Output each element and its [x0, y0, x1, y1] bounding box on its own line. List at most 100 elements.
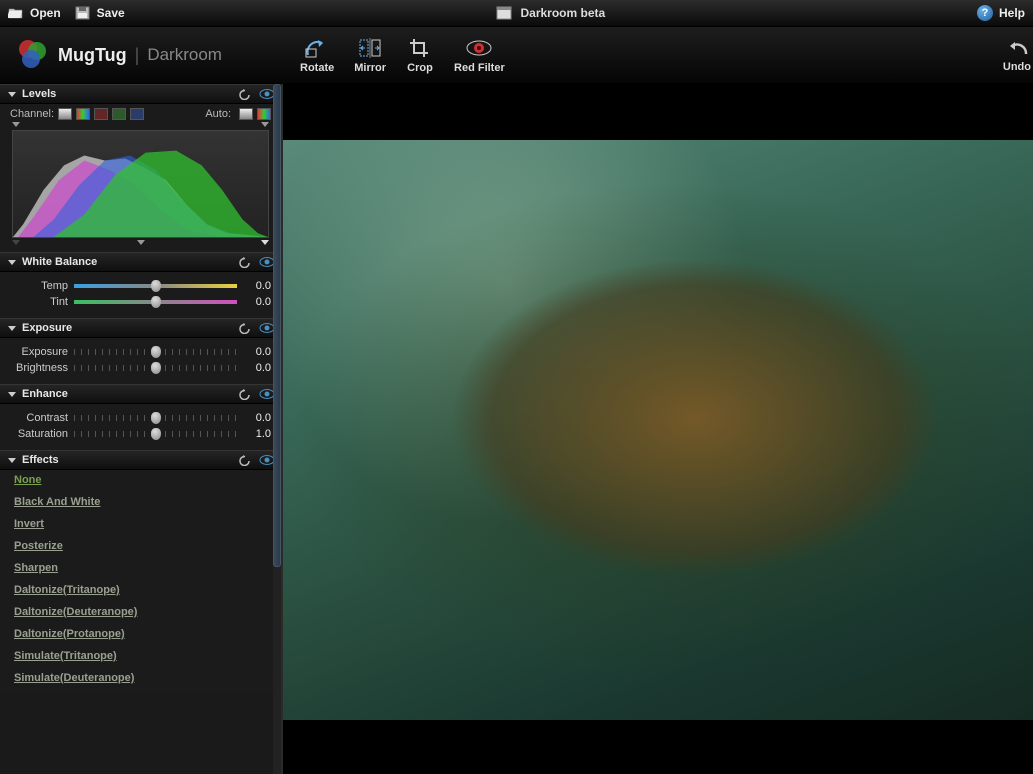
eye-red-icon	[465, 36, 493, 60]
panel-header-effects[interactable]: Effects	[0, 450, 281, 470]
brand-product: Darkroom	[147, 45, 222, 65]
panel-title: Enhance	[22, 388, 68, 400]
reset-icon[interactable]	[237, 321, 253, 335]
auto-luma-swatch[interactable]	[239, 108, 253, 120]
collapse-icon	[8, 326, 16, 331]
canvas-area[interactable]	[283, 84, 1033, 774]
effect-link[interactable]: Sharpen	[14, 562, 58, 574]
open-label: Open	[30, 6, 61, 20]
reset-icon[interactable]	[237, 387, 253, 401]
auto-rgb-swatch[interactable]	[257, 108, 271, 120]
undo-tool[interactable]: Undo	[1003, 37, 1033, 73]
sidebar: Levels Channel: Auto:	[0, 84, 283, 774]
photo-preview	[283, 140, 1033, 720]
levels-panel-body: Channel: Auto:	[0, 104, 281, 252]
reset-icon[interactable]	[237, 255, 253, 269]
panel-header-exposure[interactable]: Exposure	[0, 318, 281, 338]
crop-tool[interactable]: Crop	[406, 36, 434, 74]
channel-label: Channel:	[10, 108, 54, 120]
output-white-marker[interactable]	[261, 240, 269, 245]
brand-divider: |	[135, 45, 140, 66]
scrollbar-thumb[interactable]	[273, 84, 281, 567]
effect-link[interactable]: Posterize	[14, 540, 63, 552]
floppy-disk-icon	[75, 6, 91, 20]
effect-link[interactable]: Simulate(Deuteranope)	[14, 672, 134, 684]
collapse-icon	[8, 392, 16, 397]
collapse-icon	[8, 92, 16, 97]
effect-link[interactable]: Invert	[14, 518, 44, 530]
input-black-marker[interactable]	[12, 122, 20, 127]
channel-luma-swatch[interactable]	[58, 108, 72, 120]
channel-blue-swatch[interactable]	[130, 108, 144, 120]
input-white-marker[interactable]	[261, 122, 269, 127]
output-mid-marker[interactable]	[137, 240, 145, 245]
brightness-slider[interactable]	[74, 363, 237, 373]
effect-link[interactable]: Daltonize(Protanope)	[14, 628, 125, 640]
help-label[interactable]: Help	[999, 6, 1025, 20]
tint-value: 0.0	[243, 296, 271, 308]
rotate-icon	[303, 36, 331, 60]
temp-value: 0.0	[243, 280, 271, 292]
panel-title: Effects	[22, 454, 59, 466]
exposure-label: Exposure	[10, 346, 68, 358]
reset-icon[interactable]	[237, 87, 253, 101]
reset-icon[interactable]	[237, 453, 253, 467]
enhance-panel-body: Contrast 0.0 Saturation 1.0	[0, 404, 281, 450]
effect-link[interactable]: None	[14, 474, 42, 486]
histogram	[12, 130, 269, 238]
temp-label: Temp	[10, 280, 68, 292]
saturation-slider[interactable]	[74, 429, 237, 439]
exposure-panel-body: Exposure 0.0 Brightness 0.0	[0, 338, 281, 384]
brand-logo-icon	[14, 37, 50, 73]
exposure-slider[interactable]	[74, 347, 237, 357]
collapse-icon	[8, 458, 16, 463]
brightness-label: Brightness	[10, 362, 68, 374]
window-icon	[496, 6, 512, 20]
white-balance-panel-body: Temp 0.0 Tint 0.0	[0, 272, 281, 318]
collapse-icon	[8, 260, 16, 265]
save-button[interactable]: Save	[75, 6, 125, 20]
mirror-tool[interactable]: Mirror	[354, 36, 386, 74]
brightness-value: 0.0	[243, 362, 271, 374]
exposure-value: 0.0	[243, 346, 271, 358]
save-label: Save	[97, 6, 125, 20]
effect-link[interactable]: Simulate(Tritanope)	[14, 650, 117, 662]
red-filter-tool[interactable]: Red Filter	[454, 36, 505, 74]
auto-label: Auto:	[205, 108, 231, 120]
undo-icon	[1003, 37, 1031, 61]
crop-icon	[406, 36, 434, 60]
saturation-value: 1.0	[243, 428, 271, 440]
output-black-marker[interactable]	[12, 240, 20, 245]
folder-open-icon	[8, 6, 24, 20]
channel-green-swatch[interactable]	[112, 108, 126, 120]
sidebar-scrollbar[interactable]	[273, 84, 281, 774]
rotate-tool[interactable]: Rotate	[300, 36, 334, 74]
effect-link[interactable]: Daltonize(Tritanope)	[14, 584, 120, 596]
brand: MugTug | Darkroom	[14, 37, 222, 73]
open-button[interactable]: Open	[8, 6, 61, 20]
contrast-value: 0.0	[243, 412, 271, 424]
top-bar: Open Save Darkroom beta ? Help	[0, 0, 1033, 27]
tint-label: Tint	[10, 296, 68, 308]
panel-header-levels[interactable]: Levels	[0, 84, 281, 104]
panel-title: White Balance	[22, 256, 97, 268]
contrast-slider[interactable]	[74, 413, 237, 423]
brand-name: MugTug	[58, 45, 127, 66]
effects-list: None Black And White Invert Posterize Sharpe…	[0, 470, 281, 692]
app-title: Darkroom beta	[520, 6, 605, 20]
panel-title: Exposure	[22, 322, 72, 334]
tint-slider[interactable]	[74, 297, 237, 307]
panel-header-white-balance[interactable]: White Balance	[0, 252, 281, 272]
help-icon[interactable]: ?	[977, 5, 993, 21]
effect-link[interactable]: Daltonize(Deuteranope)	[14, 606, 137, 618]
main-toolbar: MugTug | Darkroom Rotate Mirror Crop	[0, 27, 1033, 84]
saturation-label: Saturation	[10, 428, 68, 440]
channel-rgb-swatch[interactable]	[76, 108, 90, 120]
mirror-icon	[356, 36, 384, 60]
effect-link[interactable]: Black And White	[14, 496, 100, 508]
panel-header-enhance[interactable]: Enhance	[0, 384, 281, 404]
panel-title: Levels	[22, 88, 56, 100]
channel-red-swatch[interactable]	[94, 108, 108, 120]
contrast-label: Contrast	[10, 412, 68, 424]
temp-slider[interactable]	[74, 281, 237, 291]
